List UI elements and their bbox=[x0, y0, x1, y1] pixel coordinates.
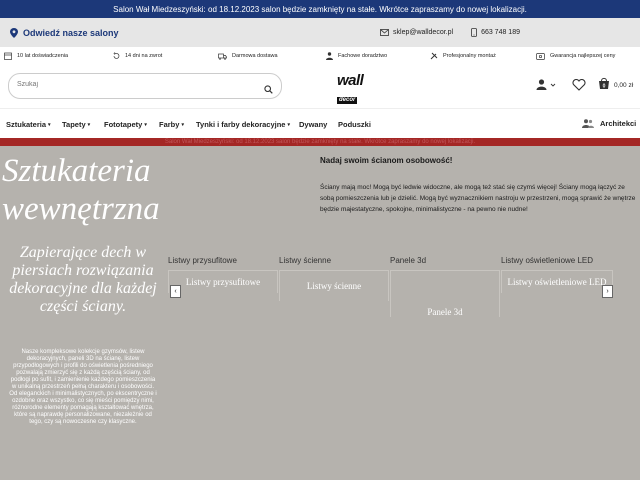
return-arrow-icon bbox=[112, 52, 120, 60]
hero-subtitle: Zapierające dech w piersiach rozwiązania… bbox=[9, 244, 157, 315]
showrooms-bar: Odwiedź nasze salony sklep@walldecor.pl … bbox=[0, 18, 640, 47]
phone-link[interactable]: 663 748 189 bbox=[471, 28, 520, 37]
account-icon[interactable] bbox=[536, 78, 556, 96]
main-nav: Sztukateria ▾ Tapety ▾ Fototapety ▾ Farby ▾ … bbox=[0, 108, 640, 139]
category-card[interactable]: Listwy przysufitowe Listwy przysufitowe bbox=[168, 256, 278, 293]
category-card[interactable]: Listwy oświetleniowe LED Listwy oświetle… bbox=[501, 256, 613, 293]
hero-title: Sztukateria wewnętrzna bbox=[2, 153, 160, 227]
feature-advice: Fachowe doradztwo bbox=[326, 52, 387, 60]
category-title: Listwy ścienne bbox=[279, 256, 332, 265]
cart-total[interactable]: 0,00 zł bbox=[614, 82, 633, 89]
chevron-down-icon: ▾ bbox=[181, 121, 184, 128]
chevron-down-icon: ▾ bbox=[287, 121, 290, 128]
category-image: Listwy przysufitowe bbox=[168, 270, 278, 293]
email-text: sklep@walldecor.pl bbox=[393, 29, 454, 36]
feature-experience: 10 lat doświadczenia bbox=[4, 52, 68, 60]
nav-item-poduszki[interactable]: Poduszki bbox=[338, 120, 371, 129]
search-input[interactable] bbox=[15, 80, 259, 89]
walldecor-logo[interactable]: wall decor bbox=[337, 72, 375, 104]
visit-showrooms-label: Odwiedź nasze salony bbox=[23, 27, 119, 38]
person-icon bbox=[326, 52, 333, 60]
category-title: Listwy oświetleniowe LED bbox=[501, 256, 594, 265]
phone-text: 663 748 189 bbox=[481, 29, 520, 36]
feature-returns: 14 dni na zwrot bbox=[112, 52, 162, 60]
users-icon bbox=[582, 119, 594, 128]
carousel-prev-button[interactable]: ‹ bbox=[170, 285, 181, 298]
envelope-icon bbox=[380, 29, 389, 36]
top-notice-bar: Salon Wał Miedzeszyński: od 18.12.2023 s… bbox=[0, 0, 640, 18]
chevron-down-icon: ▾ bbox=[48, 121, 51, 128]
email-link[interactable]: sklep@walldecor.pl bbox=[380, 29, 453, 36]
feature-installation: Profesjonalny montaż bbox=[430, 52, 496, 60]
nav-item-farby[interactable]: Farby ▾ bbox=[159, 120, 184, 129]
top-notice-text: Salon Wał Miedzeszyński: od 18.12.2023 s… bbox=[113, 4, 527, 14]
cart-icon[interactable]: 0 bbox=[598, 77, 610, 95]
hero-section: Sztukateria wewnętrzna Zapierające dech … bbox=[0, 146, 640, 480]
category-image: Panele 3d bbox=[390, 270, 500, 317]
category-card[interactable]: Panele 3d Panele 3d bbox=[390, 256, 500, 317]
red-notice-bar: Salon Wał Miedzeszyński: od 18.12.2023 s… bbox=[0, 138, 640, 146]
category-title: Listwy przysufitowe bbox=[168, 256, 237, 265]
nav-item-dywany[interactable]: Dywany bbox=[299, 120, 327, 129]
tools-icon bbox=[430, 52, 438, 60]
chevron-right-icon: › bbox=[606, 288, 609, 295]
nav-item-sztukateria[interactable]: Sztukateria ▾ bbox=[6, 120, 51, 129]
price-tag-icon bbox=[536, 52, 545, 60]
nav-item-tynki[interactable]: Tynki i farby dekoracyjne ▾ bbox=[196, 120, 290, 129]
category-image: Listwy ścienne bbox=[279, 270, 389, 301]
phone-icon bbox=[471, 28, 477, 37]
hero-description: Nasze kompleksowe kolekcje gzymsów, list… bbox=[9, 349, 157, 425]
feature-free-delivery: Darmowa dostawa bbox=[218, 53, 278, 60]
truck-icon bbox=[218, 53, 227, 60]
logo-decor-text: decor bbox=[337, 97, 358, 104]
svg-text:0: 0 bbox=[603, 84, 606, 90]
category-carousel: Listwy przysufitowe Listwy przysufitowe … bbox=[168, 256, 640, 416]
search-icon[interactable] bbox=[264, 81, 273, 99]
nav-item-fototapety[interactable]: Fototapety ▾ bbox=[104, 120, 147, 129]
chevron-down-icon: ▾ bbox=[144, 121, 147, 128]
feature-best-price: Gwarancja najlepszej ceny bbox=[536, 52, 615, 60]
section-heading: Nadaj swoim ścianom osobowość! bbox=[320, 156, 453, 165]
search-box bbox=[8, 73, 282, 99]
chevron-left-icon: ‹ bbox=[174, 288, 177, 295]
nav-item-architects[interactable]: Architekci bbox=[582, 119, 636, 128]
logo-wall-text: wall bbox=[337, 72, 364, 89]
location-pin-icon bbox=[10, 27, 18, 38]
category-image: Listwy oświetleniowe LED bbox=[501, 270, 613, 293]
visit-showrooms-link[interactable]: Odwiedź nasze salony bbox=[10, 27, 119, 38]
carousel-next-button[interactable]: › bbox=[602, 285, 613, 298]
red-notice-text: Salon Wał Miedzeszyński: od 18.12.2023 s… bbox=[164, 139, 476, 145]
calendar-icon bbox=[4, 52, 12, 60]
section-text: Ściany mają moc! Mogą być ledwie widoczn… bbox=[320, 184, 636, 213]
category-card[interactable]: Listwy ścienne Listwy ścienne bbox=[279, 256, 389, 301]
nav-item-tapety[interactable]: Tapety ▾ bbox=[62, 120, 90, 129]
heart-icon[interactable] bbox=[572, 78, 586, 96]
features-bar: 10 lat doświadczenia 14 dni na zwrot Dar… bbox=[0, 47, 640, 66]
category-title: Panele 3d bbox=[390, 256, 427, 265]
chevron-down-icon: ▾ bbox=[87, 121, 91, 128]
